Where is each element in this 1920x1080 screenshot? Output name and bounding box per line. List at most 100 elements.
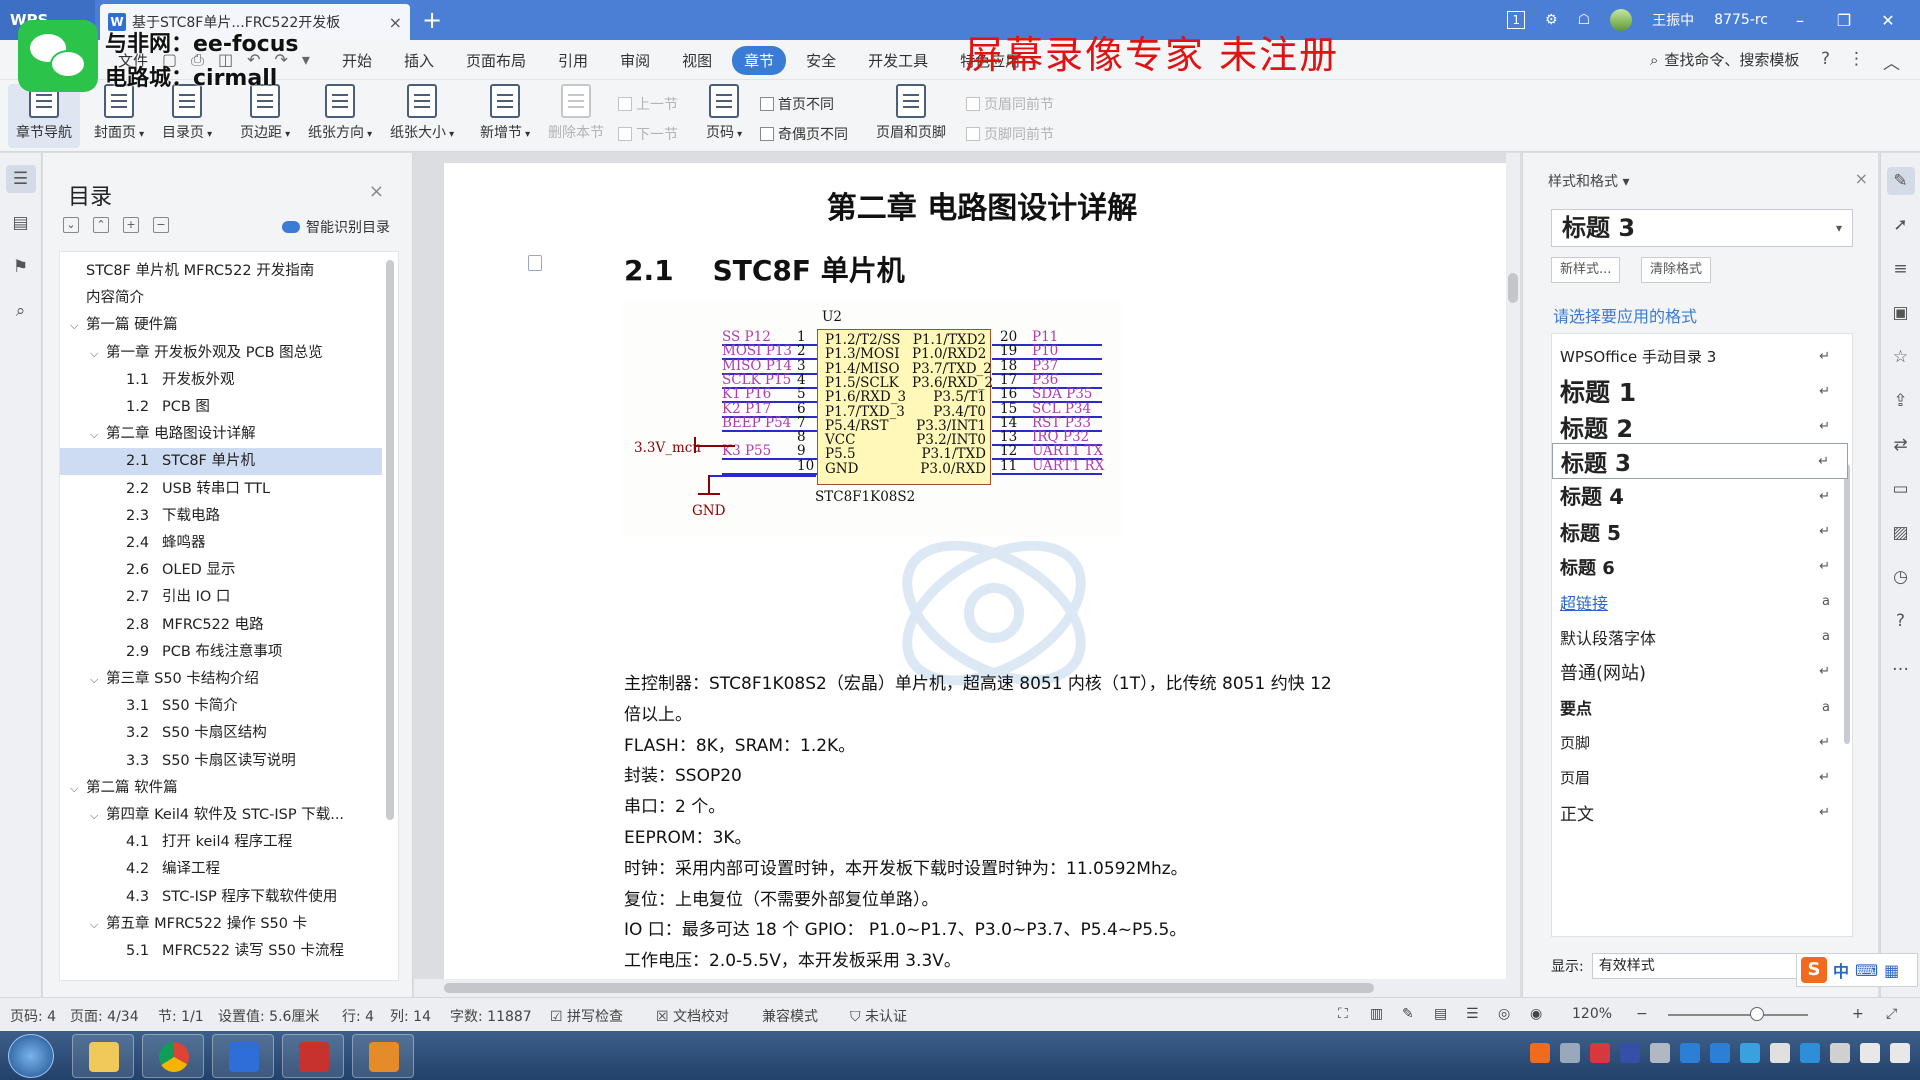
toc-item[interactable]: ⌵ 第二章 电路图设计详解 [60, 421, 382, 448]
workspace-badge[interactable]: 1 [1507, 11, 1526, 29]
toc-item[interactable]: 4.3 STC-ISP 程序下载软件使用 [60, 884, 382, 911]
more-icon[interactable]: ⋮ [1848, 49, 1865, 74]
signal-tray-icon[interactable] [1860, 1043, 1880, 1063]
style-item[interactable]: 标题 4 ↵ [1552, 478, 1848, 514]
start-button-icon[interactable] [8, 1034, 54, 1078]
style-item[interactable]: 正文 ↵ [1552, 794, 1848, 830]
toc-item[interactable]: 1.1 开发板外观 [60, 367, 382, 394]
new-section-button[interactable]: 新增节 [480, 84, 530, 142]
toc-page-button[interactable]: 目录页 [162, 84, 212, 142]
toc-panel-icon[interactable]: ☰ [5, 165, 36, 193]
sogou-tray-icon[interactable] [1530, 1043, 1550, 1063]
backup-icon[interactable]: ▭ [1887, 475, 1915, 503]
page-number-button[interactable]: 页码 [706, 84, 742, 142]
next-section-button[interactable]: 下一节 [618, 124, 678, 144]
style-edit-icon[interactable]: ✎ [1886, 167, 1915, 195]
document-page[interactable]: 第二章 电路图设计详解 2.1 STC8F 单片机 U2 SS P12 1 P1.2… [444, 163, 1520, 979]
chevron-down-icon[interactable]: ⌵ [90, 911, 98, 938]
toc-item[interactable]: 2.9 PCB 布线注意事项 [60, 639, 382, 666]
select-cursor-icon[interactable]: ➚ [1887, 211, 1915, 239]
menu-item-5[interactable]: 视图 [670, 46, 724, 75]
recorder-taskbar-icon[interactable] [352, 1034, 414, 1078]
expand-all-icon[interactable]: ⌃ [93, 217, 109, 233]
edit-mode-icon[interactable]: ✎ [1402, 1006, 1414, 1022]
chevron-down-icon[interactable]: ⌵ [70, 312, 78, 339]
prev-section-button[interactable]: 上一节 [618, 94, 678, 114]
vertical-scrollbar[interactable] [1506, 153, 1520, 997]
toc-item[interactable]: 4.1 打开 keil4 程序工程 [60, 829, 382, 856]
collapse-ribbon-icon[interactable]: ︿ [1883, 49, 1900, 74]
fit-page-icon[interactable]: ⤢ [1886, 1006, 1897, 1022]
style-item[interactable]: 标题 2 ↵ [1552, 408, 1848, 444]
toc-item[interactable]: 2.6 OLED 显示 [60, 557, 382, 584]
avatar[interactable] [1610, 9, 1633, 31]
web-view-icon[interactable]: ◎ [1498, 1006, 1510, 1022]
toc-item[interactable]: ⌵ 第二篇 软件篇 [60, 775, 382, 802]
toc-item[interactable]: ⌵ 第一篇 硬件篇 [60, 312, 382, 339]
menu-item-1[interactable]: 插入 [392, 46, 446, 75]
toc-item[interactable]: 2.3 下载电路 [60, 503, 382, 530]
page-view-icon[interactable]: ▤ [1434, 1006, 1447, 1022]
smart-detect-button[interactable]: 智能识别目录 [282, 217, 390, 237]
styles-panel-title[interactable]: 样式和格式 ▾ [1548, 171, 1629, 191]
help-icon[interactable]: ? [1821, 49, 1830, 74]
menu-item-0[interactable]: 开始 [330, 46, 384, 75]
eye-protect-icon[interactable]: ◉ [1530, 1006, 1542, 1022]
tray-icon-1[interactable] [1560, 1043, 1580, 1063]
network-tray-icon[interactable] [1770, 1043, 1790, 1063]
fullscreen-icon[interactable]: ⛶ [1338, 1006, 1348, 1022]
zoom-slider-handle[interactable] [1750, 1007, 1764, 1021]
toc-item[interactable]: 5.1 MFRC522 读写 S50 卡流程 [60, 938, 382, 965]
style-item[interactable]: 页脚 ↵ [1552, 724, 1848, 760]
doc-tools-icon[interactable]: ▣ [1887, 299, 1915, 327]
explorer-taskbar-icon[interactable] [72, 1034, 134, 1078]
keyboard-icon[interactable]: ⌨ [1855, 961, 1878, 980]
spell-check-button[interactable]: ☑ 拼写检查 [550, 1006, 623, 1026]
style-item[interactable]: WPSOffice 手动目录 3 ↵ [1552, 338, 1848, 374]
style-item[interactable]: 标题 5 ↵ [1552, 514, 1848, 550]
toc-item[interactable]: ⌵ 第一章 开发板外观及 PCB 图总览 [60, 340, 382, 367]
battery-tray-icon[interactable] [1830, 1043, 1850, 1063]
translate-icon[interactable]: ⇄ [1887, 431, 1915, 459]
status-word-count[interactable]: 字数: 11887 [450, 1006, 532, 1026]
chevron-down-icon[interactable]: ⌵ [90, 802, 98, 829]
remove-heading-icon[interactable]: − [153, 217, 169, 233]
security-tray-icon[interactable] [1740, 1043, 1760, 1063]
orientation-button[interactable]: 纸张方向 [308, 84, 372, 142]
chevron-down-icon[interactable]: ⌵ [70, 775, 78, 802]
toc-item[interactable]: 2.4 蜂鸣器 [60, 530, 382, 557]
wps-taskbar-icon[interactable] [212, 1034, 274, 1078]
zoom-level[interactable]: 120% [1572, 1006, 1612, 1022]
minimize-icon[interactable]: – [1788, 11, 1812, 30]
new-style-button[interactable]: 新样式... [1551, 257, 1621, 283]
menu-item-3[interactable]: 引用 [546, 46, 600, 75]
collapse-all-icon[interactable]: ⌄ [63, 217, 79, 233]
share-icon[interactable]: ⇪ [1887, 387, 1915, 415]
menu-item-2[interactable]: 页面布局 [454, 46, 538, 75]
close-window-icon[interactable]: ✕ [1876, 11, 1900, 30]
tray-icon-6[interactable] [1710, 1043, 1730, 1063]
tray-icon-5[interactable] [1680, 1043, 1700, 1063]
tray-icon-4[interactable] [1650, 1043, 1670, 1063]
horizontal-scrollbar[interactable] [414, 979, 1520, 997]
toc-item[interactable]: ⌵ 第三章 S50 卡结构介绍 [60, 666, 382, 693]
toc-item[interactable]: 3.3 S50 卡扇区读写说明 [60, 748, 382, 775]
outline-icon[interactable]: ▤ [6, 209, 36, 237]
status-page-number[interactable]: 页码: 4 [10, 1006, 56, 1026]
tray-icon-2[interactable] [1590, 1043, 1610, 1063]
toc-item[interactable]: 内容简介 [60, 285, 382, 312]
tray-icon-3[interactable] [1620, 1043, 1640, 1063]
style-item[interactable]: 默认段落字体 a [1552, 619, 1848, 655]
zoom-slider[interactable] [1668, 1014, 1808, 1016]
status-page-of[interactable]: 页面: 4/34 [70, 1006, 139, 1026]
odd-even-diff-checkbox[interactable]: 奇偶页不同 [760, 124, 848, 144]
image-icon[interactable]: ▨ [1887, 519, 1915, 547]
find-icon[interactable]: ⌕ [6, 297, 36, 325]
chevron-down-icon[interactable]: ⌵ [90, 666, 98, 693]
ime-toolbar[interactable]: S 中 ⌨ ▦ [1796, 953, 1918, 987]
footer-same-checkbox[interactable]: 页脚同前节 [966, 124, 1054, 144]
help-icon[interactable]: ? [1887, 607, 1915, 635]
style-item[interactable]: 普通(网站) ↵ [1552, 654, 1848, 690]
margins-button[interactable]: 页边距 [240, 84, 290, 142]
clear-format-button[interactable]: 清除格式 [1641, 257, 1712, 283]
